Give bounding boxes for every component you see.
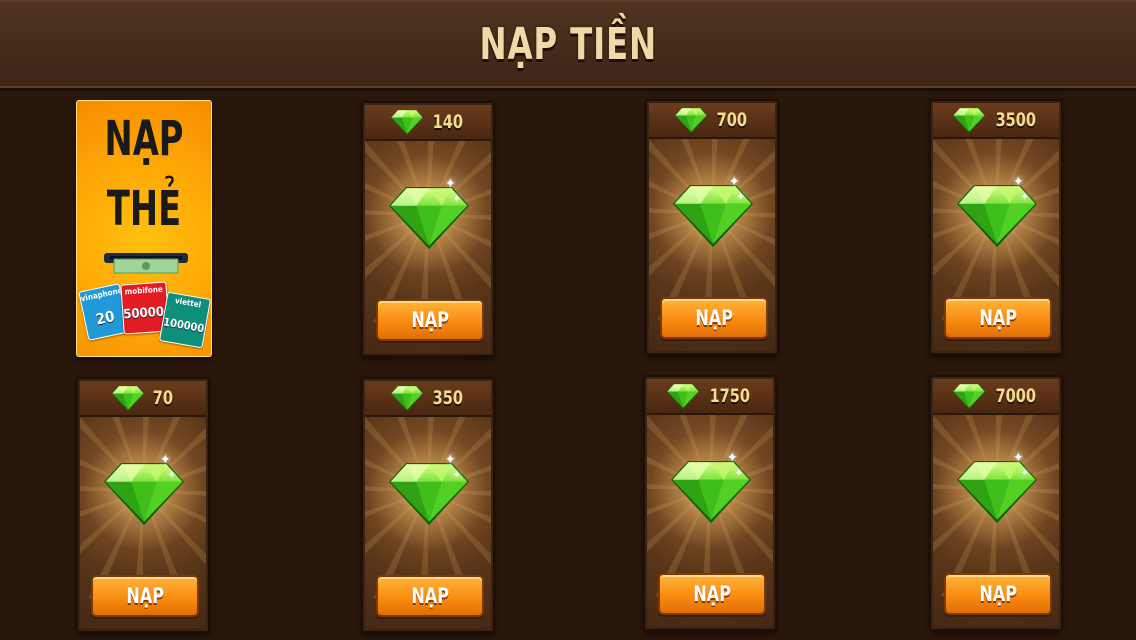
gem-amount-header: 140 xyxy=(365,105,491,141)
sparkle-icon: ✦ xyxy=(735,468,743,479)
card-background: 140 ✦ ✦ NẠP xyxy=(365,105,491,353)
sparkle-icon: ✦ xyxy=(445,452,456,468)
card-topup-banner[interactable]: NẠP THẺ vinaphone 20 mobifone 50000đ vie… xyxy=(76,100,212,357)
sparkle-icon: ✦ xyxy=(737,192,745,203)
title-bar: NẠP TIỀN xyxy=(0,0,1136,91)
card-value: 20 xyxy=(94,307,117,329)
card-background: 1750 ✦ ✦ NẠP xyxy=(647,379,773,627)
gem-icon xyxy=(674,107,708,133)
large-gem-icon xyxy=(957,175,1037,255)
large-gem-icon xyxy=(957,451,1037,531)
promo-title-line2: THẺ xyxy=(106,181,182,237)
sparkle-icon: ✦ xyxy=(729,174,740,190)
gem-amount: 7000 xyxy=(995,385,1037,407)
gem-pack-card: 1750 ✦ ✦ NẠP xyxy=(643,375,777,631)
gem-icon xyxy=(390,109,424,135)
topup-button-label: NẠP xyxy=(979,306,1017,330)
gem-icon xyxy=(666,383,700,409)
gem-icon xyxy=(111,385,145,411)
page-title: NẠP TIỀN xyxy=(479,18,657,70)
gem-amount-header: 350 xyxy=(365,381,491,417)
gem-amount: 350 xyxy=(432,387,464,409)
topup-button-label: NẠP xyxy=(411,308,449,332)
gem-pack-card: 350 ✦ ✦ NẠP xyxy=(361,377,495,633)
topup-button[interactable]: NẠP xyxy=(660,297,768,339)
large-gem-icon xyxy=(673,175,753,255)
card-reader-icon xyxy=(104,253,188,274)
card-value: 100000đ xyxy=(162,315,212,337)
topup-button[interactable]: NẠP xyxy=(91,575,199,617)
gem-amount: 70 xyxy=(152,387,174,409)
topup-button-label: NẠP xyxy=(411,584,449,608)
sparkle-icon: ✦ xyxy=(1013,174,1024,190)
gem-icon xyxy=(952,107,986,133)
gem-amount: 700 xyxy=(716,109,748,131)
large-gem-icon xyxy=(104,453,184,533)
sparkle-icon: ✦ xyxy=(445,176,456,192)
gem-icon xyxy=(952,383,986,409)
gem-amount-header: 700 xyxy=(649,103,775,139)
card-background: 350 ✦ ✦ NẠP xyxy=(365,381,491,629)
topup-button-label: NẠP xyxy=(693,582,731,606)
sparkle-icon: ✦ xyxy=(727,450,738,466)
topup-button[interactable]: NẠP xyxy=(944,297,1052,339)
card-label: viettel xyxy=(174,296,202,310)
card-label: vinaphone xyxy=(79,285,124,304)
promo-title-line1: NẠP xyxy=(104,111,184,167)
topup-button[interactable]: NẠP xyxy=(658,573,766,615)
large-gem-icon xyxy=(671,451,751,531)
card-background: 70 ✦ ✦ NẠP xyxy=(80,381,206,629)
sparkle-icon: ✦ xyxy=(1021,468,1029,479)
sparkle-icon: ✦ xyxy=(453,470,461,481)
sparkle-icon: ✦ xyxy=(453,194,461,205)
gem-amount-header: 3500 xyxy=(933,103,1059,139)
sparkle-icon: ✦ xyxy=(1013,450,1024,466)
sparkle-icon: ✦ xyxy=(168,470,176,481)
large-gem-icon xyxy=(389,177,469,257)
gem-amount-header: 1750 xyxy=(647,379,773,415)
card-value: 50000đ xyxy=(122,304,170,323)
topup-button[interactable]: NẠP xyxy=(376,299,484,341)
card-background: 7000 ✦ ✦ NẠP xyxy=(933,379,1059,627)
card-background: 700 ✦ ✦ NẠP xyxy=(649,103,775,351)
large-gem-icon xyxy=(389,453,469,533)
card-label: mobifone xyxy=(124,284,164,297)
topup-button[interactable]: NẠP xyxy=(376,575,484,617)
gem-amount: 1750 xyxy=(709,385,751,407)
gem-pack-card: 140 ✦ ✦ NẠP xyxy=(361,101,495,357)
gem-pack-card: 700 ✦ ✦ NẠP xyxy=(645,99,779,355)
gem-icon xyxy=(390,385,424,411)
gem-pack-card: 3500 ✦ ✦ NẠP xyxy=(929,99,1063,355)
gem-amount-header: 70 xyxy=(80,381,206,417)
gem-pack-card: 70 ✦ ✦ NẠP xyxy=(76,377,210,633)
gem-amount: 140 xyxy=(432,111,464,133)
sparkle-icon: ✦ xyxy=(1021,192,1029,203)
topup-button-label: NẠP xyxy=(695,306,733,330)
gem-amount-header: 7000 xyxy=(933,379,1059,415)
sparkle-icon: ✦ xyxy=(160,452,171,468)
topup-button[interactable]: NẠP xyxy=(944,573,1052,615)
gem-amount: 3500 xyxy=(995,109,1037,131)
topup-button-label: NẠP xyxy=(126,584,164,608)
topup-button-label: NẠP xyxy=(979,582,1017,606)
viettel-card: viettel 100000đ xyxy=(158,291,212,349)
card-background: 3500 ✦ ✦ NẠP xyxy=(933,103,1059,351)
gem-pack-card: 7000 ✦ ✦ NẠP xyxy=(929,375,1063,631)
